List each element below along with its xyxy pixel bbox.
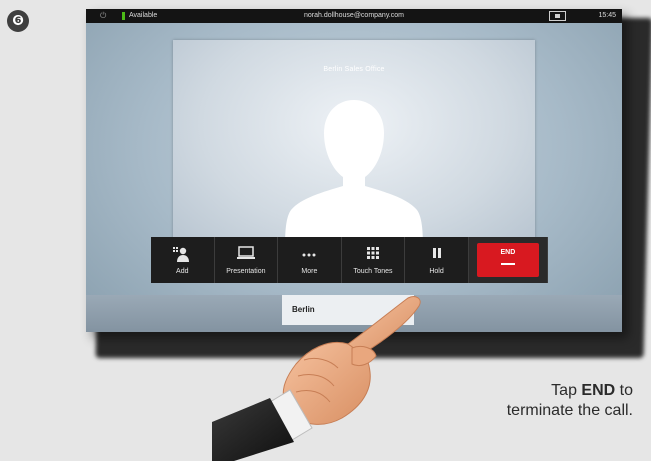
instruction-emphasis: END bbox=[581, 382, 616, 399]
call-toolbar: Add Presentation More Touch Tones Hold E… bbox=[151, 237, 549, 283]
laptop-icon bbox=[236, 246, 255, 259]
instruction-prefix: Tap bbox=[551, 382, 582, 399]
touch-tones-button[interactable]: Touch Tones bbox=[342, 237, 406, 283]
add-label: Add bbox=[176, 268, 189, 275]
add-participant-icon bbox=[173, 247, 190, 262]
end-bar bbox=[500, 263, 515, 265]
add-button[interactable]: Add bbox=[151, 237, 215, 283]
touch-tones-label: Touch Tones bbox=[353, 268, 393, 275]
pointing-hand-icon bbox=[212, 296, 421, 461]
end-label: END bbox=[500, 249, 516, 256]
instruction-text: Tap END to terminate the call. bbox=[483, 381, 633, 421]
remote-name-label: Berlin Sales Office bbox=[323, 66, 385, 73]
step-number-badge: ❻ bbox=[7, 10, 29, 32]
own-address: norah.dollhouse@company.com bbox=[304, 12, 404, 19]
pause-icon bbox=[432, 248, 441, 258]
more-dots-icon bbox=[302, 253, 316, 257]
presentation-button[interactable]: Presentation bbox=[215, 237, 279, 283]
remote-video: Berlin Sales Office bbox=[173, 40, 535, 250]
touch-panel-screen: ⏻ Available norah.dollhouse@company.com … bbox=[86, 9, 622, 332]
presentation-label: Presentation bbox=[226, 268, 266, 275]
hold-button[interactable]: Hold bbox=[405, 237, 469, 283]
hold-label: Hold bbox=[429, 268, 444, 275]
keypad-icon bbox=[366, 247, 379, 259]
more-button[interactable]: More bbox=[278, 237, 342, 283]
status-bar: ⏻ Available norah.dollhouse@company.com … bbox=[86, 9, 622, 23]
selfview-icon[interactable] bbox=[549, 11, 566, 21]
end-call-button[interactable]: END bbox=[468, 237, 549, 283]
clock: 15:45 bbox=[598, 12, 616, 19]
more-label: More bbox=[301, 268, 318, 275]
